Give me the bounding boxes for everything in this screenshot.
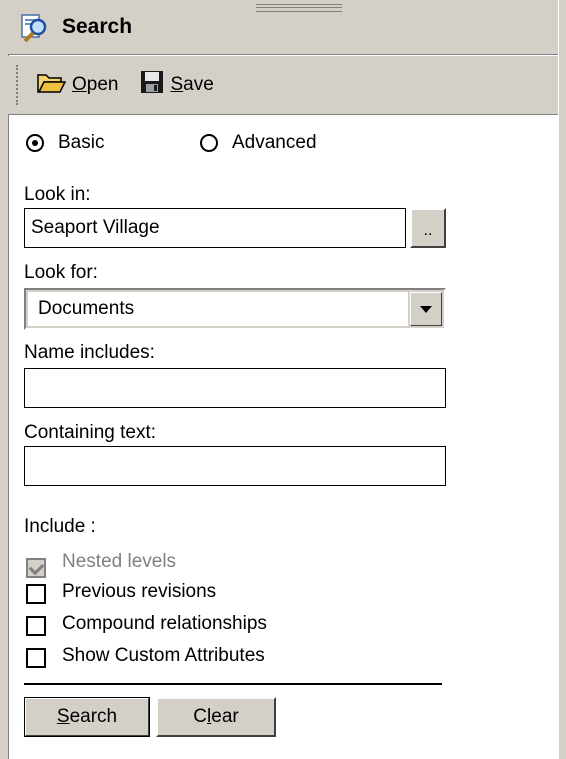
panel-titlebar[interactable]: Search: [8, 0, 558, 55]
look-in-label: Look in:: [24, 184, 91, 205]
mode-advanced[interactable]: Advanced: [200, 132, 317, 154]
look-for-select[interactable]: Documents: [24, 288, 446, 330]
folder-open-icon: [36, 70, 67, 100]
look-for-label: Look for:: [24, 262, 98, 283]
compound-relationships-checkbox[interactable]: [26, 616, 46, 636]
clear-button[interactable]: Clear: [156, 697, 276, 737]
nested-levels-label: Nested levels: [62, 551, 177, 572]
show-custom-attributes-checkbox[interactable]: [26, 648, 46, 668]
toolbar-grip[interactable]: [16, 65, 22, 105]
panel-title: Search: [62, 15, 133, 38]
look-for-value: Documents: [38, 298, 135, 319]
name-includes-label: Name includes:: [24, 342, 155, 363]
basic-radio[interactable]: [26, 134, 44, 152]
search-magnifier-icon: [20, 12, 50, 43]
previous-revisions-checkbox[interactable]: [26, 584, 46, 604]
show-custom-attributes-label: Show Custom Attributes: [62, 645, 265, 666]
search-button[interactable]: Search: [24, 697, 150, 737]
floppy-disk-icon: [140, 70, 164, 100]
basic-radio-label: Basic: [58, 132, 105, 153]
browse-button-label: ..: [423, 222, 433, 239]
mode-basic[interactable]: Basic: [26, 132, 104, 154]
advanced-radio-label: Advanced: [232, 132, 317, 153]
save-button[interactable]: Save: [140, 70, 214, 100]
nested-levels-checkbox[interactable]: [26, 558, 46, 578]
divider: [24, 683, 442, 685]
include-label: Include :: [24, 516, 96, 537]
compound-relationships-label: Compound relationships: [62, 613, 267, 634]
browse-button[interactable]: ..: [410, 208, 446, 248]
open-button[interactable]: Open: [36, 70, 118, 100]
toolbar: Open Save: [8, 56, 558, 115]
containing-text-label: Containing text:: [24, 422, 157, 443]
name-includes-field[interactable]: [24, 368, 446, 408]
resize-grip[interactable]: [256, 4, 342, 12]
look-in-field[interactable]: [24, 208, 406, 248]
panel-right-border: [558, 0, 566, 759]
dropdown-arrow-icon[interactable]: [410, 292, 442, 326]
containing-text-field[interactable]: [24, 446, 446, 486]
previous-revisions-label: Previous revisions: [62, 581, 217, 602]
advanced-radio[interactable]: [200, 134, 218, 152]
